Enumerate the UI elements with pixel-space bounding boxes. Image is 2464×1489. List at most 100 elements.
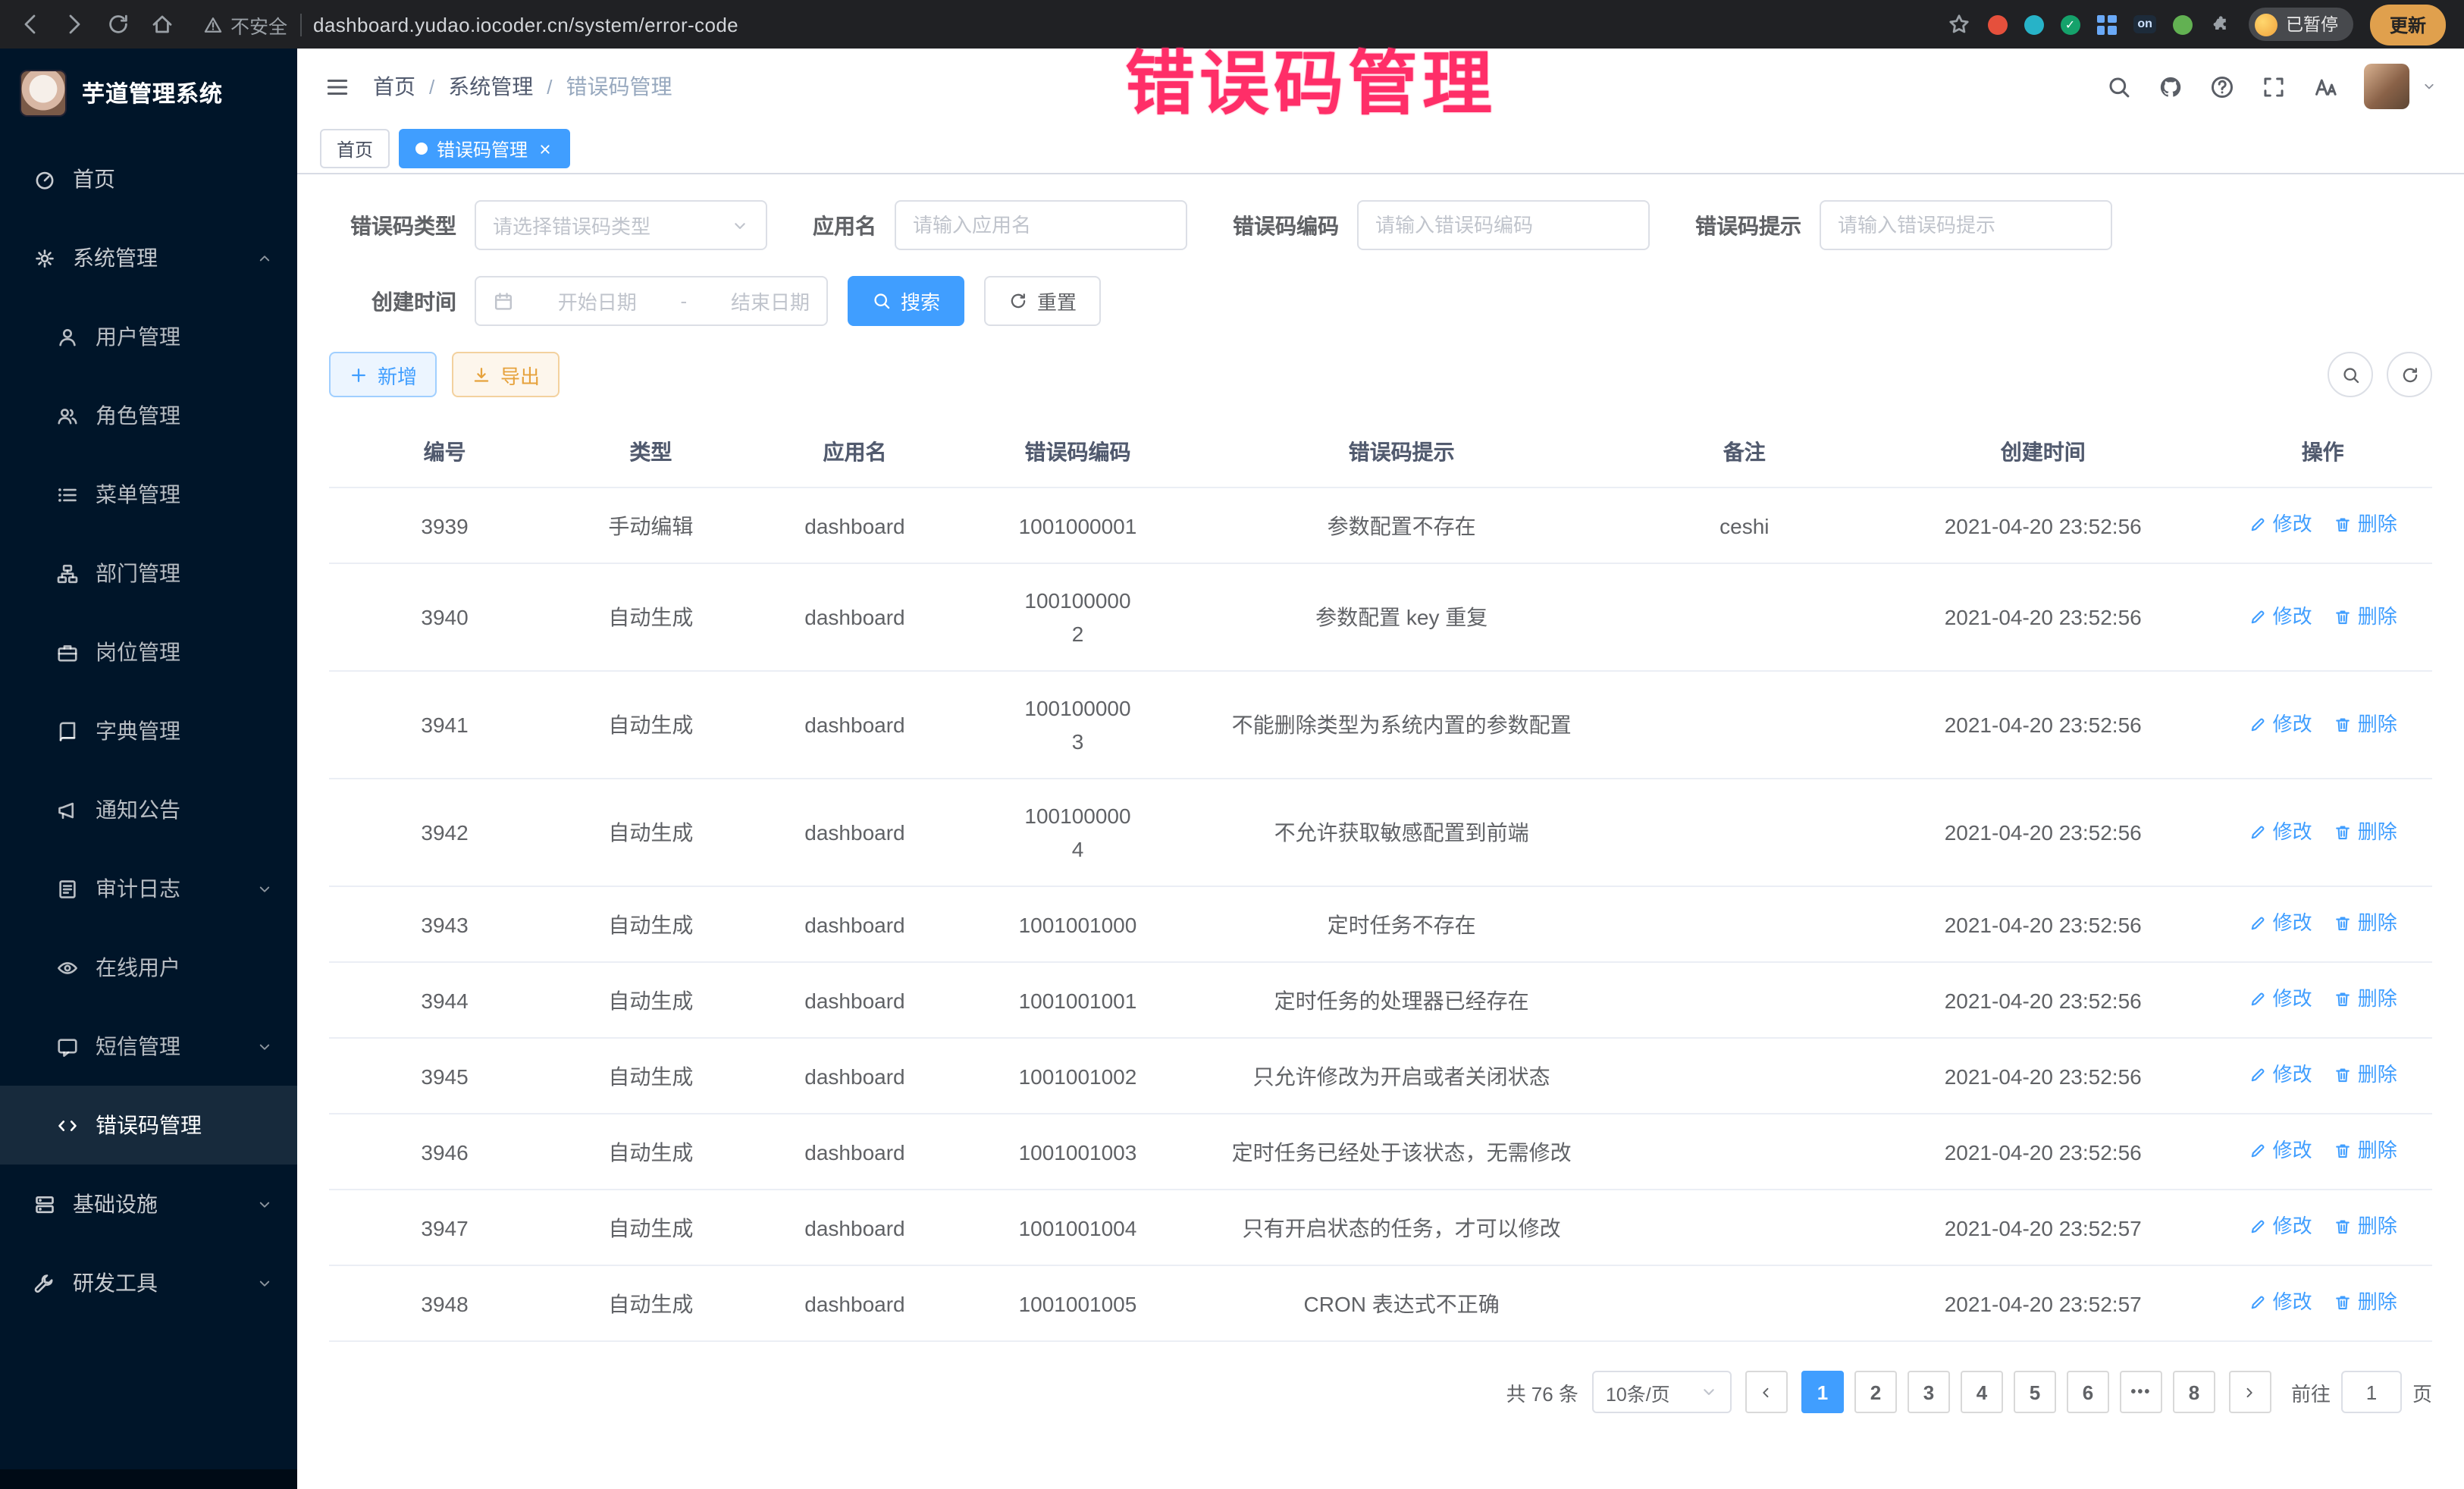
delete-link[interactable]: 删除 — [2334, 983, 2397, 1016]
tab-error-code[interactable]: 错误码管理 — [399, 129, 570, 168]
sidebar-item[interactable]: 部门管理 — [0, 534, 297, 613]
extension-icon-red[interactable] — [1987, 14, 2007, 34]
edit-link[interactable]: 修改 — [2249, 707, 2312, 741]
prev-page-button[interactable] — [1745, 1371, 1788, 1413]
sidebar-item[interactable]: 角色管理 — [0, 376, 297, 455]
breadcrumb-home[interactable]: 首页 — [373, 71, 415, 102]
main-area: 首页 / 系统管理 / 错误码管理 — [297, 49, 2464, 1489]
extensions-puzzle-icon[interactable] — [2210, 13, 2233, 36]
header-search-icon[interactable] — [2106, 74, 2132, 99]
chevron-down-icon — [256, 880, 273, 897]
tab-home[interactable]: 首页 — [320, 129, 390, 168]
app-name-input[interactable] — [913, 214, 1169, 237]
delete-link[interactable]: 删除 — [2334, 600, 2397, 633]
pagination-ellipsis[interactable]: ••• — [2120, 1371, 2162, 1413]
cell-created: 2021-04-20 23:52:56 — [1873, 1038, 2213, 1114]
cell-hint: 只有开启状态的任务，才可以修改 — [1187, 1190, 1616, 1265]
close-icon[interactable] — [537, 140, 553, 157]
error-code-input[interactable] — [1375, 214, 1632, 237]
extension-icon-green[interactable] — [2174, 14, 2193, 34]
sidebar-footer[interactable] — [0, 1469, 297, 1489]
page-button[interactable]: 4 — [1961, 1371, 2003, 1413]
page-button[interactable]: 6 — [2067, 1371, 2109, 1413]
user-avatar[interactable] — [2364, 64, 2409, 109]
cell-actions: 修改删除 — [2213, 1190, 2432, 1265]
browser-forward-button[interactable] — [62, 12, 86, 36]
browser-home-button[interactable] — [150, 12, 174, 36]
reset-button[interactable]: 重置 — [984, 276, 1101, 326]
cell-app: dashboard — [741, 1114, 969, 1190]
edit-link[interactable]: 修改 — [2249, 907, 2312, 940]
delete-link[interactable]: 删除 — [2334, 1210, 2397, 1243]
edit-link[interactable]: 修改 — [2249, 508, 2312, 541]
delete-link[interactable]: 删除 — [2334, 1286, 2397, 1319]
breadcrumb-system[interactable]: 系统管理 — [448, 71, 533, 102]
date-range-picker[interactable]: 开始日期 - 结束日期 — [475, 276, 828, 326]
refresh-table-button[interactable] — [2387, 352, 2432, 397]
page-button[interactable]: 2 — [1854, 1371, 1897, 1413]
sidebar-item[interactable]: 研发工具 — [0, 1243, 297, 1322]
sidebar-item[interactable]: 字典管理 — [0, 691, 297, 770]
sidebar-item[interactable]: 审计日志 — [0, 849, 297, 928]
sidebar-item[interactable]: 岗位管理 — [0, 613, 297, 691]
page-button[interactable]: 1 — [1801, 1371, 1844, 1413]
sidebar-item[interactable]: 菜单管理 — [0, 455, 297, 534]
sidebar-item[interactable]: 基础设施 — [0, 1165, 297, 1243]
show-search-button[interactable] — [2328, 352, 2373, 397]
page-button[interactable]: 8 — [2173, 1371, 2215, 1413]
edit-icon — [2249, 823, 2267, 841]
search-button[interactable]: 搜索 — [848, 276, 964, 326]
cell-app: dashboard — [741, 1190, 969, 1265]
bookmark-star-icon[interactable] — [1946, 12, 1970, 36]
sidebar-item[interactable]: 首页 — [0, 139, 297, 218]
address-bar[interactable]: 不安全 dashboard.yudao.iocoder.cn/system/er… — [203, 10, 738, 39]
edit-icon — [2249, 1293, 2267, 1312]
next-page-button[interactable] — [2229, 1371, 2271, 1413]
profile-paused-chip[interactable]: 已暂停 — [2249, 8, 2353, 41]
edit-icon — [2249, 1218, 2267, 1236]
sidebar-item[interactable]: 通知公告 — [0, 770, 297, 849]
sidebar-item[interactable]: 用户管理 — [0, 297, 297, 376]
export-button[interactable]: 导出 — [452, 352, 560, 397]
edit-link[interactable]: 修改 — [2249, 983, 2312, 1016]
add-button[interactable]: 新增 — [329, 352, 437, 397]
sidebar-item[interactable]: 短信管理 — [0, 1007, 297, 1086]
delete-link[interactable]: 删除 — [2334, 907, 2397, 940]
browser-back-button[interactable] — [18, 12, 42, 36]
browser-update-button[interactable]: 更新 — [2370, 4, 2446, 45]
edit-link[interactable]: 修改 — [2249, 1286, 2312, 1319]
edit-link[interactable]: 修改 — [2249, 1134, 2312, 1168]
page-button[interactable]: 3 — [1908, 1371, 1950, 1413]
github-icon[interactable] — [2158, 74, 2183, 99]
browser-reload-button[interactable] — [106, 12, 130, 36]
page-button[interactable]: 5 — [2014, 1371, 2056, 1413]
delete-link[interactable]: 删除 — [2334, 1134, 2397, 1168]
page-size-select[interactable]: 10条/页 — [1592, 1371, 1732, 1413]
extension-icon-green-check[interactable]: ✓ — [2060, 14, 2080, 34]
extension-icon-on[interactable]: on — [2133, 15, 2157, 33]
edit-link[interactable]: 修改 — [2249, 600, 2312, 633]
help-icon[interactable] — [2209, 74, 2235, 99]
delete-link[interactable]: 删除 — [2334, 815, 2397, 848]
edit-icon — [2249, 914, 2267, 933]
fullscreen-icon[interactable] — [2261, 74, 2287, 99]
edit-link[interactable]: 修改 — [2249, 1058, 2312, 1092]
avatar-caret-icon[interactable] — [2422, 79, 2437, 94]
sidebar-item[interactable]: 在线用户 — [0, 928, 297, 1007]
extension-icon-grid[interactable] — [2096, 14, 2116, 34]
error-type-select[interactable]: 请选择错误码类型 — [475, 200, 767, 250]
sidebar-item[interactable]: 错误码管理 — [0, 1086, 297, 1165]
delete-link[interactable]: 删除 — [2334, 707, 2397, 741]
extension-icon-teal[interactable] — [2024, 14, 2043, 34]
delete-icon — [2334, 1066, 2352, 1084]
edit-link[interactable]: 修改 — [2249, 1210, 2312, 1243]
goto-page-input[interactable] — [2341, 1371, 2402, 1413]
sidebar-toggle-icon[interactable] — [324, 74, 350, 99]
delete-link[interactable]: 删除 — [2334, 1058, 2397, 1092]
sidebar-item[interactable]: 系统管理 — [0, 218, 297, 297]
font-size-icon[interactable] — [2312, 74, 2338, 99]
error-hint-input[interactable] — [1838, 214, 2094, 237]
edit-link[interactable]: 修改 — [2249, 815, 2312, 848]
delete-link[interactable]: 删除 — [2334, 508, 2397, 541]
range-separator: - — [681, 290, 688, 312]
